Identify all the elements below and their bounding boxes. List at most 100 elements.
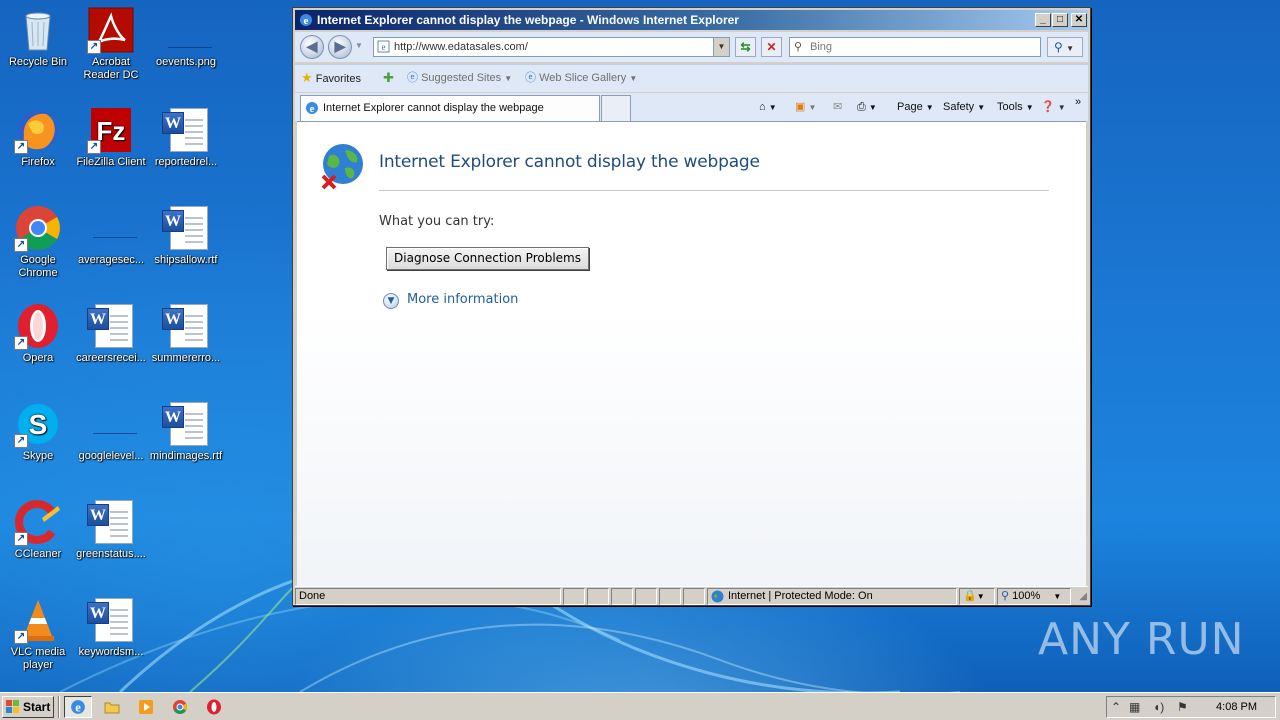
mail-icon: ✉ <box>833 101 843 113</box>
desktop-icon-skype[interactable]: S ↗ Skype <box>0 400 76 463</box>
what-you-can-try-label: What you can try: <box>379 214 495 229</box>
search-placeholder: Bing <box>810 41 833 53</box>
add-to-favorites-bar-button[interactable]: ✚ <box>383 71 394 86</box>
taskbar-ie-button[interactable]: e <box>64 696 92 718</box>
desktop-icon-googlelevel[interactable]: googlelevel... <box>73 400 149 463</box>
more-commands-chevron-icon[interactable]: » <box>1075 95 1081 109</box>
show-hidden-icons-icon[interactable]: ⌃ <box>1111 700 1121 714</box>
refresh-button[interactable]: ⇆ <box>735 37 756 57</box>
minimize-button[interactable]: _ <box>1035 13 1051 27</box>
search-button[interactable]: ⚲ ▼ <box>1047 37 1083 57</box>
resize-grip-icon[interactable]: ◢ <box>1079 591 1087 602</box>
web-slice-gallery-button[interactable]: ⓔ Web Slice Gallery ▼ <box>525 71 637 86</box>
filezilla-icon: Fz ↗ <box>87 106 135 154</box>
word-doc-icon: W <box>87 596 135 644</box>
favorites-button[interactable]: ★ Favorites <box>301 71 361 86</box>
recycle-bin-icon <box>14 6 62 54</box>
maximize-button[interactable]: □ <box>1052 13 1068 27</box>
opera-icon: ↗ <box>14 302 62 350</box>
tab-bar: e Internet Explorer cannot display the w… <box>295 93 1088 121</box>
address-dropdown-icon[interactable]: ▼ <box>713 38 729 56</box>
word-doc-icon: W <box>162 204 210 252</box>
desktop-icon-ccleaner[interactable]: ↗ CCleaner <box>0 498 76 561</box>
ie-window[interactable]: e Internet Explorer cannot display the w… <box>292 7 1091 606</box>
taskbar-opera-button[interactable] <box>200 696 228 718</box>
windows-logo-icon <box>6 700 19 713</box>
desktop-icon-chrome[interactable]: ↗ Google Chrome <box>0 204 76 280</box>
address-bar[interactable]: e http://www.edatasales.com/ ▼ <box>373 37 730 57</box>
start-button[interactable]: Start <box>2 696 54 718</box>
zoom-control[interactable]: ⚲ 100% ▼ <box>997 588 1071 605</box>
shortcut-arrow-icon: ↗ <box>14 630 28 644</box>
page-menu[interactable]: Page ▼ <box>897 100 934 115</box>
folder-icon <box>104 702 120 714</box>
search-input[interactable]: ⚲ Bing <box>789 37 1041 57</box>
desktop-icon-recycle-bin[interactable]: Recycle Bin <box>0 6 76 69</box>
tab-active[interactable]: e Internet Explorer cannot display the w… <box>300 95 600 121</box>
desktop-icon-label-line1: VLC media <box>10 646 66 658</box>
read-mail-button[interactable]: ✉ <box>833 100 842 114</box>
desktop-icon-oevents[interactable]: oevents.png <box>148 6 224 69</box>
desktop-icon-label: mindimages.rtf <box>149 450 223 462</box>
stop-button[interactable]: ✕ <box>761 37 782 57</box>
desktop-icon-filezilla[interactable]: Fz ↗ FileZilla Client <box>73 106 149 169</box>
safety-menu[interactable]: Safety ▼ <box>943 100 985 115</box>
close-button[interactable]: ✕ <box>1071 13 1087 27</box>
desktop-icon-reportedrel[interactable]: W reportedrel... <box>148 106 224 169</box>
taskbar-chrome-button[interactable] <box>166 696 194 718</box>
shortcut-arrow-icon: ↗ <box>14 434 28 448</box>
feeds-button[interactable]: ▣ ▼ <box>795 100 816 115</box>
taskbar-media-player-button[interactable] <box>132 696 160 718</box>
desktop-icon-keywordsm[interactable]: W keywordsm... <box>73 596 149 659</box>
desktop-icon-label: summererro... <box>151 352 221 364</box>
favorites-star-icon: ★ <box>301 70 313 85</box>
desktop-icon-label-line1: Google <box>20 254 56 266</box>
home-button[interactable]: ⌂ ▼ <box>759 100 777 115</box>
ie-logo-icon: e <box>71 700 85 715</box>
suggested-sites-button[interactable]: ⓔ Suggested Sites ▼ <box>407 71 512 86</box>
desktop-icon-firefox[interactable]: ↗ Firefox <box>0 106 76 169</box>
clock[interactable]: 4:08 PM <box>1207 697 1257 717</box>
help-menu[interactable]: ❓ ▼ <box>1041 100 1066 115</box>
forward-button[interactable]: ▶ <box>328 35 352 59</box>
desktop-icon-averagesec[interactable]: averagesec... <box>73 204 149 267</box>
shortcut-arrow-icon: ↗ <box>14 238 28 252</box>
taskbar-explorer-button[interactable] <box>98 696 126 718</box>
window-titlebar[interactable]: e Internet Explorer cannot display the w… <box>295 10 1088 30</box>
navigation-bar: ◀ ▶ ▼ e http://www.edatasales.com/ ▼ ⇆ ✕… <box>295 32 1088 62</box>
desktop-icon-mindimages[interactable]: W mindimages.rtf <box>148 400 224 463</box>
ie-logo-icon: e <box>306 102 318 115</box>
tools-menu[interactable]: Tools ▼ <box>997 100 1034 115</box>
tools-menu-label: Tools <box>997 101 1023 113</box>
desktop-icon-label: averagesec... <box>77 254 145 266</box>
chrome-icon: ↗ <box>14 204 62 252</box>
security-zone[interactable]: Internet | Protected Mode: On <box>707 588 957 605</box>
media-player-icon <box>139 700 153 714</box>
diagnose-connection-button[interactable]: Diagnose Connection Problems <box>386 247 589 270</box>
shortcut-arrow-icon: ↗ <box>87 140 101 154</box>
word-doc-icon: W <box>162 400 210 448</box>
desktop-icon-summererro[interactable]: W summererro... <box>148 302 224 365</box>
print-button[interactable]: ⎙ ▼ <box>857 100 877 115</box>
new-tab-button[interactable] <box>601 95 631 121</box>
desktop-icon-label-line2: Reader DC <box>83 69 139 81</box>
svg-text:e: e <box>304 15 309 27</box>
protected-mode-button[interactable]: 🔒▼ <box>959 588 995 605</box>
recent-pages-dropdown-icon[interactable]: ▼ <box>355 41 363 50</box>
more-information-link[interactable]: ▼ More information <box>383 292 518 309</box>
desktop-icon-label: keywordsm... <box>78 646 144 658</box>
desktop-icon-greenstatus[interactable]: W greenstatus.... <box>73 498 149 561</box>
desktop-icon-shipsallow[interactable]: W shipsallow.rtf <box>148 204 224 267</box>
volume-icon[interactable]: ◖) <box>1153 700 1164 714</box>
back-button[interactable]: ◀ <box>300 35 324 59</box>
status-cell <box>635 588 657 605</box>
chrome-icon <box>173 700 187 714</box>
page-menu-label: Page <box>897 101 923 113</box>
favorites-label: Favorites <box>315 73 361 85</box>
action-center-flag-icon[interactable]: ⚑ <box>1177 700 1188 714</box>
network-icon[interactable]: ▦ <box>1129 700 1140 714</box>
desktop-icon-opera[interactable]: ↗ Opera <box>0 302 76 365</box>
desktop-icon-acrobat[interactable]: ↗ Acrobat Reader DC <box>73 6 149 82</box>
desktop-icon-vlc[interactable]: ↗ VLC media player <box>0 596 76 672</box>
desktop-icon-careersrecei[interactable]: W careersrecei... <box>73 302 149 365</box>
